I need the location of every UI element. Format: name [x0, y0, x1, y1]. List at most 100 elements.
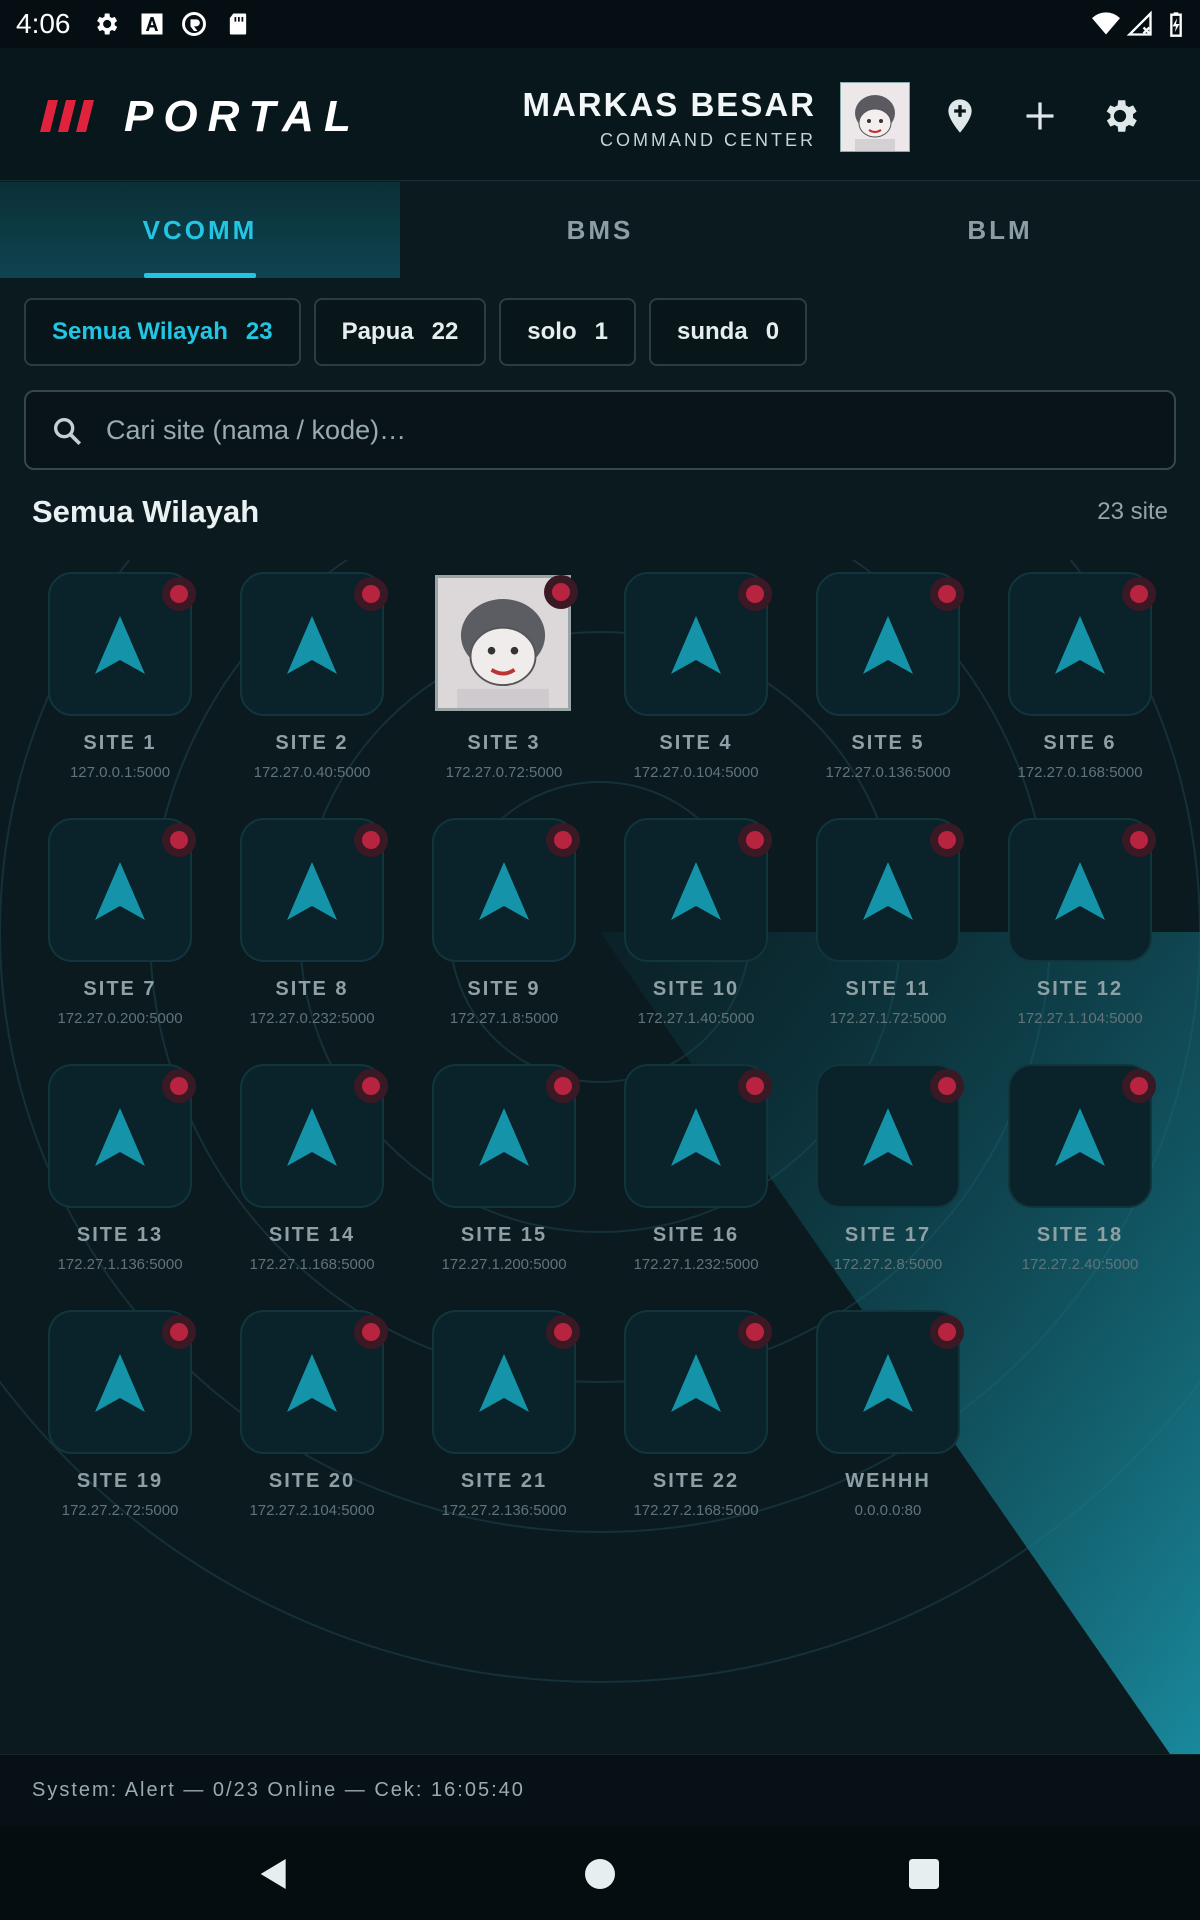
site-name: SITE 5: [851, 732, 925, 754]
status-dot-offline: [738, 823, 772, 857]
status-dot-offline: [354, 1069, 388, 1103]
site-tile[interactable]: [1008, 818, 1156, 962]
site-item[interactable]: SITE 2 172.27.0.40:5000: [216, 566, 408, 812]
tab-blm[interactable]: BLM: [800, 182, 1200, 278]
site-item[interactable]: SITE 17 172.27.2.8:5000: [792, 1058, 984, 1304]
site-tile[interactable]: [1008, 572, 1156, 716]
site-tile[interactable]: [816, 1310, 964, 1454]
chip-label: Papua: [341, 318, 414, 345]
settings-button[interactable]: [1096, 92, 1144, 140]
sd-card-icon: [229, 13, 247, 35]
site-tile[interactable]: [48, 1064, 196, 1208]
site-item[interactable]: SITE 7 172.27.0.200:5000: [24, 812, 216, 1058]
status-dot-offline: [162, 577, 196, 611]
site-tile[interactable]: [240, 1310, 388, 1454]
site-tile[interactable]: [624, 1064, 772, 1208]
site-item[interactable]: SITE 11 172.27.1.72:5000: [792, 812, 984, 1058]
navigation-arrow-icon: [95, 616, 145, 674]
site-item[interactable]: SITE 22 172.27.2.168:5000: [600, 1304, 792, 1550]
logo-icon: [40, 100, 94, 132]
tab-vcomm[interactable]: VCOMM: [0, 182, 400, 278]
site-tile[interactable]: [624, 818, 772, 962]
status-dot-offline: [930, 1069, 964, 1103]
site-item[interactable]: SITE 4 172.27.0.104:5000: [600, 566, 792, 812]
site-name: SITE 17: [844, 1224, 932, 1246]
site-tile[interactable]: [816, 1064, 964, 1208]
site-item[interactable]: SITE 16 172.27.1.232:5000: [600, 1058, 792, 1304]
site-address: 172.27.1.136:5000: [57, 1256, 183, 1273]
site-tile[interactable]: [48, 818, 196, 962]
site-item[interactable]: SITE 19 172.27.2.72:5000: [24, 1304, 216, 1550]
site-item[interactable]: SITE 18 172.27.2.40:5000: [984, 1058, 1176, 1304]
site-item[interactable]: SITE 3 172.27.0.72:5000: [408, 566, 600, 812]
site-address: 172.27.2.168:5000: [633, 1502, 759, 1519]
site-tile[interactable]: [48, 572, 196, 716]
navigation-arrow-icon: [479, 1108, 529, 1166]
site-tile[interactable]: [816, 818, 964, 962]
chip-papua[interactable]: Papua 22: [313, 298, 487, 366]
tab-bms[interactable]: BMS: [400, 182, 800, 278]
site-item[interactable]: SITE 5 172.27.0.136:5000: [792, 566, 984, 812]
chip-sunda[interactable]: sunda 0: [649, 298, 808, 366]
navigation-arrow-icon: [1055, 616, 1105, 674]
site-address: 172.27.1.72:5000: [829, 1010, 947, 1027]
site-tile[interactable]: [624, 572, 772, 716]
site-tile[interactable]: [432, 1310, 580, 1454]
site-item[interactable]: SITE 21 172.27.2.136:5000: [408, 1304, 600, 1550]
home-icon[interactable]: [580, 1854, 620, 1894]
site-item[interactable]: SITE 13 172.27.1.136:5000: [24, 1058, 216, 1304]
chip-semua-wilayah[interactable]: Semua Wilayah 23: [24, 298, 301, 366]
site-item[interactable]: SITE 8 172.27.0.232:5000: [216, 812, 408, 1058]
chip-count: 22: [431, 318, 459, 345]
site-name: SITE 7: [83, 978, 157, 1000]
status-bar: 4:06: [0, 0, 1200, 48]
add-location-button[interactable]: [936, 92, 984, 140]
site-tile[interactable]: [432, 1064, 580, 1208]
site-item[interactable]: SITE 1 127.0.0.1:5000: [24, 566, 216, 812]
site-tile[interactable]: [432, 818, 580, 962]
navigation-arrow-icon: [95, 1108, 145, 1166]
chip-solo[interactable]: solo 1: [499, 298, 636, 366]
site-address: 172.27.1.8:5000: [449, 1010, 559, 1027]
site-item[interactable]: SITE 9 172.27.1.8:5000: [408, 812, 600, 1058]
site-item[interactable]: SITE 20 172.27.2.104:5000: [216, 1304, 408, 1550]
site-name: SITE 3: [467, 732, 541, 754]
site-item[interactable]: SITE 6 172.27.0.168:5000: [984, 566, 1176, 812]
settings-icon: [97, 13, 118, 35]
site-tile[interactable]: [240, 572, 388, 716]
site-item[interactable]: SITE 14 172.27.1.168:5000: [216, 1058, 408, 1304]
site-tile[interactable]: [240, 1064, 388, 1208]
back-icon[interactable]: [254, 1854, 294, 1894]
site-name: SITE 19: [76, 1470, 164, 1492]
site-item[interactable]: SITE 15 172.27.1.200:5000: [408, 1058, 600, 1304]
app-header: PORTAL MARKAS BESAR COMMAND CENTER: [0, 48, 1200, 181]
site-name: SITE 22: [652, 1470, 740, 1492]
site-address: 172.27.0.136:5000: [825, 764, 951, 781]
status-dot-offline: [544, 575, 578, 609]
add-button[interactable]: [1016, 92, 1064, 140]
site-name: SITE 9: [467, 978, 541, 1000]
site-name: WEHHH: [845, 1470, 931, 1492]
site-tile[interactable]: [432, 572, 578, 712]
navigation-arrow-icon: [863, 616, 913, 674]
site-item[interactable]: WEHHH 0.0.0.0:80: [792, 1304, 984, 1550]
site-tile[interactable]: [48, 1310, 196, 1454]
navigation-arrow-icon: [671, 616, 721, 674]
battery-charging-icon: [1170, 12, 1182, 37]
status-dot-offline: [354, 577, 388, 611]
site-name: SITE 4: [659, 732, 733, 754]
avatar-image: [841, 83, 909, 151]
navigation-arrow-icon: [671, 1108, 721, 1166]
site-item[interactable]: SITE 10 172.27.1.40:5000: [600, 812, 792, 1058]
recents-icon[interactable]: [904, 1854, 944, 1894]
text-a-icon: [141, 13, 163, 35]
site-tile[interactable]: [240, 818, 388, 962]
site-address: 172.27.2.72:5000: [61, 1502, 179, 1519]
site-tile[interactable]: [816, 572, 964, 716]
site-tile[interactable]: [1008, 1064, 1156, 1208]
search-input[interactable]: [104, 406, 1148, 454]
site-item[interactable]: SITE 12 172.27.1.104:5000: [984, 812, 1176, 1058]
avatar[interactable]: [840, 82, 910, 152]
site-tile[interactable]: [624, 1310, 772, 1454]
site-address: 172.27.1.104:5000: [1017, 1010, 1143, 1027]
